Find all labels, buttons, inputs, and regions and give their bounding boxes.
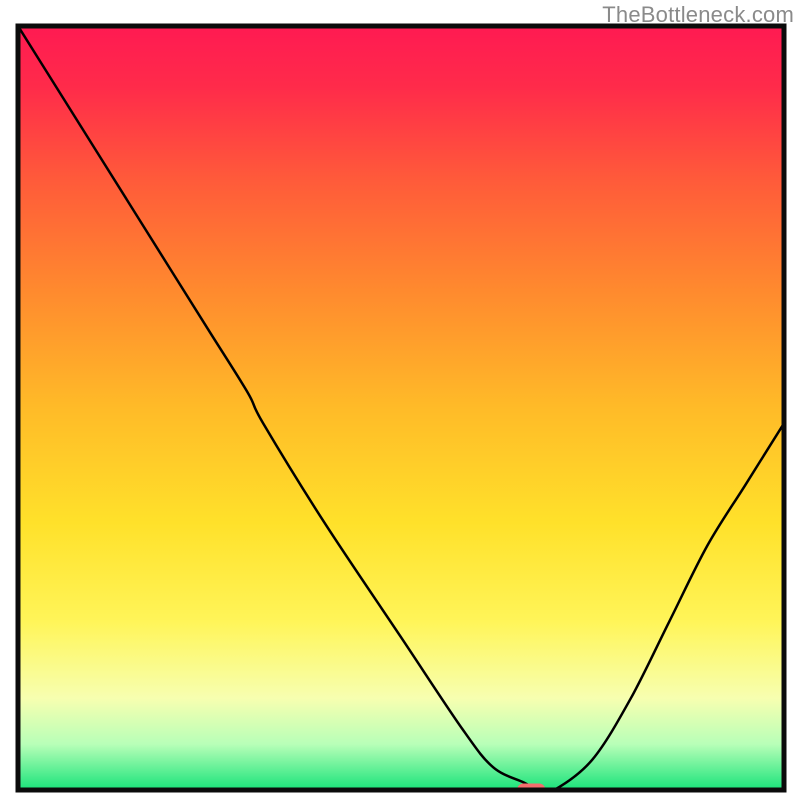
gradient-background xyxy=(18,26,784,790)
bottleneck-chart: TheBottleneck.com xyxy=(0,0,800,800)
plot-area xyxy=(18,26,784,797)
watermark-text: TheBottleneck.com xyxy=(602,2,794,28)
chart-svg xyxy=(0,0,800,800)
